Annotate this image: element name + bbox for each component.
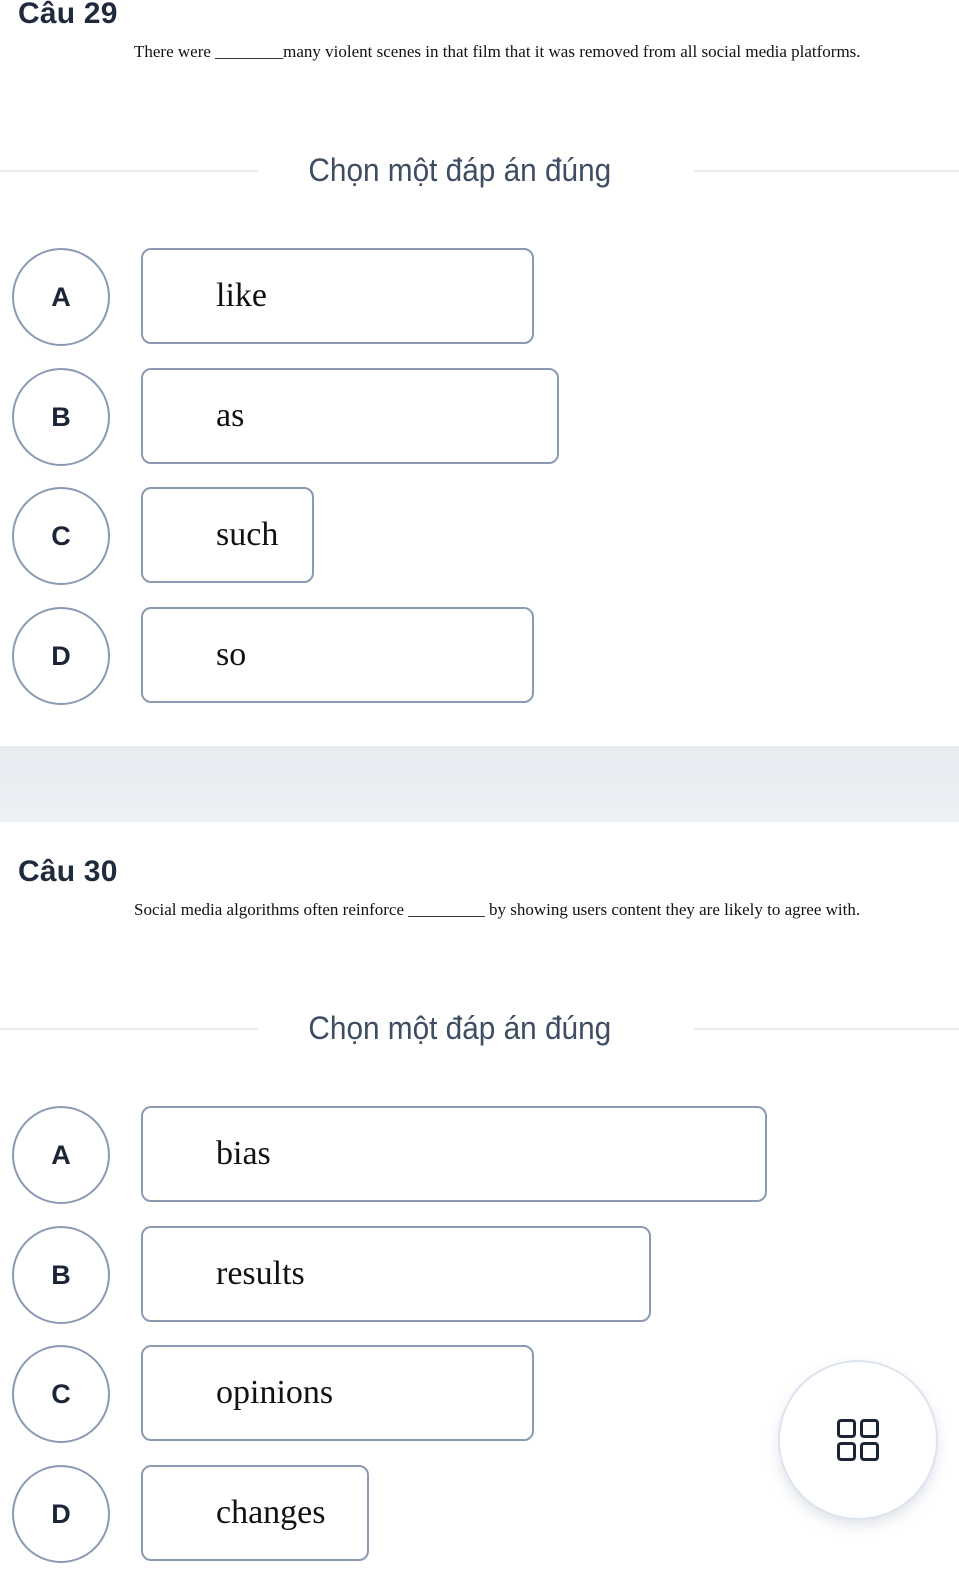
question-title: Câu 29 [18, 0, 118, 30]
option-d[interactable]: D so [0, 607, 535, 705]
question-text: There were ________many violent scenes i… [134, 42, 861, 61]
option-text: such [216, 516, 279, 553]
option-text: like [216, 277, 267, 314]
question-text: Social media algorithms often reinforce … [134, 900, 861, 919]
option-box[interactable]: like [141, 248, 534, 344]
option-text: as [216, 397, 245, 434]
option-text: bias [216, 1135, 271, 1172]
question-title: Câu 30 [18, 855, 118, 888]
option-box[interactable]: as [141, 368, 559, 464]
option-b[interactable]: B results [0, 1226, 652, 1324]
instruction-text: Chọn một đáp án đúng [308, 1010, 611, 1046]
option-letter[interactable]: D [12, 607, 110, 705]
option-c[interactable]: C opinions [0, 1345, 535, 1443]
option-text: so [216, 636, 247, 673]
divider-line-right [694, 170, 959, 172]
option-letter[interactable]: C [12, 1345, 110, 1443]
option-letter[interactable]: A [12, 248, 110, 346]
option-a[interactable]: A like [0, 248, 535, 346]
option-a[interactable]: A bias [0, 1106, 770, 1204]
question-navigator-button[interactable] [778, 1360, 938, 1520]
option-b[interactable]: B as [0, 368, 560, 466]
instruction-divider: Chọn một đáp án đúng [0, 150, 959, 190]
option-letter[interactable]: C [12, 487, 110, 585]
option-box[interactable]: changes [141, 1465, 369, 1561]
option-box[interactable]: so [141, 607, 534, 703]
option-letter[interactable]: B [12, 368, 110, 466]
option-text: changes [216, 1494, 326, 1531]
instruction-divider: Chọn một đáp án đúng [0, 1008, 959, 1048]
option-text: results [216, 1255, 305, 1292]
section-separator [0, 746, 959, 822]
option-box[interactable]: opinions [141, 1345, 534, 1441]
option-letter[interactable]: B [12, 1226, 110, 1324]
option-c[interactable]: C such [0, 487, 315, 585]
option-letter[interactable]: D [12, 1465, 110, 1563]
option-text: opinions [216, 1374, 334, 1411]
option-box[interactable]: bias [141, 1106, 767, 1202]
option-d[interactable]: D changes [0, 1465, 370, 1563]
grid-icon [837, 1419, 879, 1461]
option-box[interactable]: such [141, 487, 314, 583]
divider-line-right [694, 1028, 959, 1030]
instruction-text: Chọn một đáp án đúng [308, 152, 611, 188]
option-letter[interactable]: A [12, 1106, 110, 1204]
option-box[interactable]: results [141, 1226, 651, 1322]
